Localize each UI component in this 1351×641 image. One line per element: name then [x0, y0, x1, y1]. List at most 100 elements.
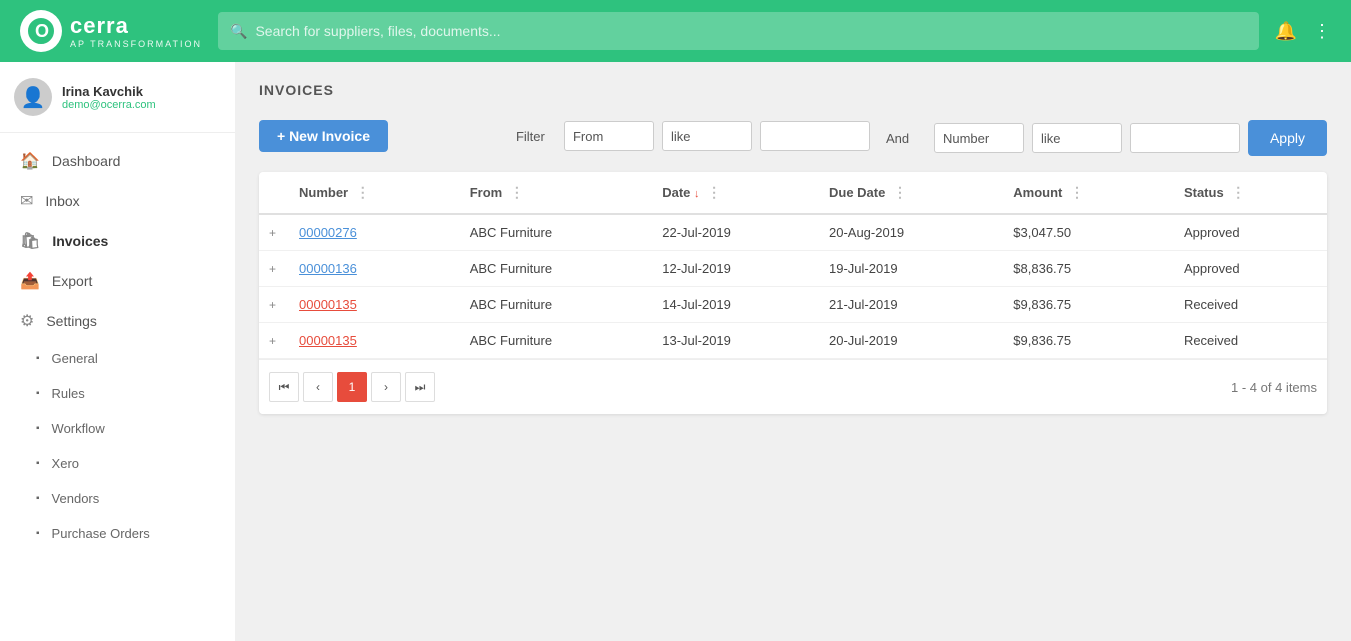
- row-from: ABC Furniture: [460, 323, 653, 359]
- row-amount: $9,836.75: [1003, 287, 1174, 323]
- sidebar: 👤 Irina Kavchik demo@ocerra.com 🏠 Dashbo…: [0, 62, 235, 641]
- col-number: Number ⋮: [289, 172, 460, 214]
- row-amount: $9,836.75: [1003, 323, 1174, 359]
- sidebar-item-settings[interactable]: ⚙ Settings: [0, 301, 235, 341]
- more-options-icon[interactable]: ⋮: [1313, 21, 1331, 42]
- row-due-date: 19-Jul-2019: [819, 251, 1003, 287]
- sidebar-item-label: Settings: [46, 313, 97, 329]
- search-input[interactable]: [255, 23, 1246, 39]
- row-date: 13-Jul-2019: [652, 323, 819, 359]
- row-date: 22-Jul-2019: [652, 214, 819, 251]
- col-date: Date ↓ ⋮: [652, 172, 819, 214]
- row-number[interactable]: 00000136: [289, 251, 460, 287]
- user-name: Irina Kavchik: [62, 84, 156, 99]
- invoice-number-link[interactable]: 00000135: [299, 297, 357, 312]
- page-prev-button[interactable]: ‹: [303, 372, 333, 402]
- sidebar-item-label: Rules: [52, 386, 85, 401]
- row-expand[interactable]: +: [259, 251, 289, 287]
- page-next-button[interactable]: ›: [371, 372, 401, 402]
- col-from: From ⋮: [460, 172, 653, 214]
- invoice-number-link[interactable]: 00000276: [299, 225, 357, 240]
- invoice-number-link[interactable]: 00000135: [299, 333, 357, 348]
- table-row: + 00000276 ABC Furniture 22-Jul-2019 20-…: [259, 214, 1327, 251]
- sidebar-item-label: Purchase Orders: [52, 526, 150, 541]
- row-number[interactable]: 00000135: [289, 287, 460, 323]
- export-icon: 📤: [20, 271, 40, 291]
- filter-number-operator[interactable]: [1032, 123, 1122, 153]
- page-1-button[interactable]: 1: [337, 372, 367, 402]
- col-due-date-menu[interactable]: ⋮: [893, 184, 907, 200]
- page-title: INVOICES: [259, 82, 1327, 98]
- filter-from-operator[interactable]: [662, 121, 752, 151]
- sidebar-item-vendors[interactable]: ▪ Vendors: [0, 481, 235, 516]
- sidebar-item-inbox[interactable]: ✉ Inbox: [0, 181, 235, 221]
- row-due-date: 20-Jul-2019: [819, 323, 1003, 359]
- page-controls: ⏮ ‹ 1 › ⏭: [269, 372, 435, 402]
- sidebar-item-rules[interactable]: ▪ Rules: [0, 376, 235, 411]
- sidebar-item-export[interactable]: 📤 Export: [0, 261, 235, 301]
- pagination: ⏮ ‹ 1 › ⏭ 1 - 4 of 4 items: [259, 359, 1327, 414]
- sidebar-item-label: Invoices: [52, 233, 108, 249]
- topnav: O cerra AP TRANSFORMATION 🔍 🔔 ⋮: [0, 0, 1351, 62]
- invoice-number-link[interactable]: 00000136: [299, 261, 357, 276]
- col-amount-menu[interactable]: ⋮: [1070, 184, 1084, 200]
- invoices-icon: 🛍: [20, 231, 40, 251]
- table-row: + 00000135 ABC Furniture 13-Jul-2019 20-…: [259, 323, 1327, 359]
- row-expand[interactable]: +: [259, 287, 289, 323]
- page-first-button[interactable]: ⏮: [269, 372, 299, 402]
- settings-icon: ⚙: [20, 311, 34, 331]
- row-from: ABC Furniture: [460, 214, 653, 251]
- table-row: + 00000135 ABC Furniture 14-Jul-2019 21-…: [259, 287, 1327, 323]
- filter-number-value[interactable]: [1130, 123, 1240, 153]
- row-status: Approved: [1174, 251, 1327, 287]
- logo-icon: O: [20, 10, 62, 52]
- search-bar[interactable]: 🔍: [218, 12, 1259, 50]
- row-amount: $8,836.75: [1003, 251, 1174, 287]
- submenu-icon: ▪: [36, 528, 40, 539]
- sidebar-item-invoices[interactable]: 🛍 Invoices: [0, 221, 235, 261]
- col-expand: [259, 172, 289, 214]
- sidebar-item-label: Xero: [52, 456, 79, 471]
- sidebar-item-label: Workflow: [52, 421, 105, 436]
- sidebar-item-purchase-orders[interactable]: ▪ Purchase Orders: [0, 516, 235, 551]
- user-email: demo@ocerra.com: [62, 99, 156, 111]
- sidebar-item-xero[interactable]: ▪ Xero: [0, 446, 235, 481]
- sidebar-item-label: Dashboard: [52, 153, 121, 169]
- sidebar-item-workflow[interactable]: ▪ Workflow: [0, 411, 235, 446]
- apply-button[interactable]: Apply: [1248, 120, 1327, 156]
- col-number-menu[interactable]: ⋮: [356, 184, 370, 200]
- submenu-icon: ▪: [36, 388, 40, 399]
- row-number[interactable]: 00000135: [289, 323, 460, 359]
- sidebar-item-dashboard[interactable]: 🏠 Dashboard: [0, 141, 235, 181]
- row-status: Received: [1174, 287, 1327, 323]
- row-number[interactable]: 00000276: [289, 214, 460, 251]
- table-row: + 00000136 ABC Furniture 12-Jul-2019 19-…: [259, 251, 1327, 287]
- new-invoice-button[interactable]: + New Invoice: [259, 120, 388, 152]
- row-expand[interactable]: +: [259, 214, 289, 251]
- notifications-icon[interactable]: 🔔: [1275, 21, 1297, 42]
- svg-text:O: O: [35, 21, 49, 41]
- submenu-icon: ▪: [36, 493, 40, 504]
- user-area: 👤 Irina Kavchik demo@ocerra.com: [0, 62, 235, 133]
- filter-number-field[interactable]: [934, 123, 1024, 153]
- col-due-date: Due Date ⋮: [819, 172, 1003, 214]
- filter-and-label: And: [886, 131, 926, 146]
- col-status-menu[interactable]: ⋮: [1231, 184, 1245, 200]
- sidebar-item-general[interactable]: ▪ General: [0, 341, 235, 376]
- content-area: INVOICES + New Invoice Filter And Apply: [235, 62, 1351, 641]
- submenu-icon: ▪: [36, 353, 40, 364]
- col-status: Status ⋮: [1174, 172, 1327, 214]
- page-last-button[interactable]: ⏭: [405, 372, 435, 402]
- filter-from-field[interactable]: [564, 121, 654, 151]
- col-date-menu[interactable]: ⋮: [707, 184, 721, 200]
- row-expand[interactable]: +: [259, 323, 289, 359]
- row-status: Approved: [1174, 214, 1327, 251]
- sidebar-item-label: Inbox: [45, 193, 79, 209]
- row-from: ABC Furniture: [460, 251, 653, 287]
- avatar: 👤: [14, 78, 52, 116]
- sidebar-submenu: ▪ General ▪ Rules ▪ Workflow ▪ Xero ▪ Ve…: [0, 341, 235, 551]
- logo-text: cerra AP TRANSFORMATION: [70, 13, 202, 49]
- col-from-menu[interactable]: ⋮: [510, 184, 524, 200]
- filter-from-value[interactable]: [760, 121, 870, 151]
- row-date: 12-Jul-2019: [652, 251, 819, 287]
